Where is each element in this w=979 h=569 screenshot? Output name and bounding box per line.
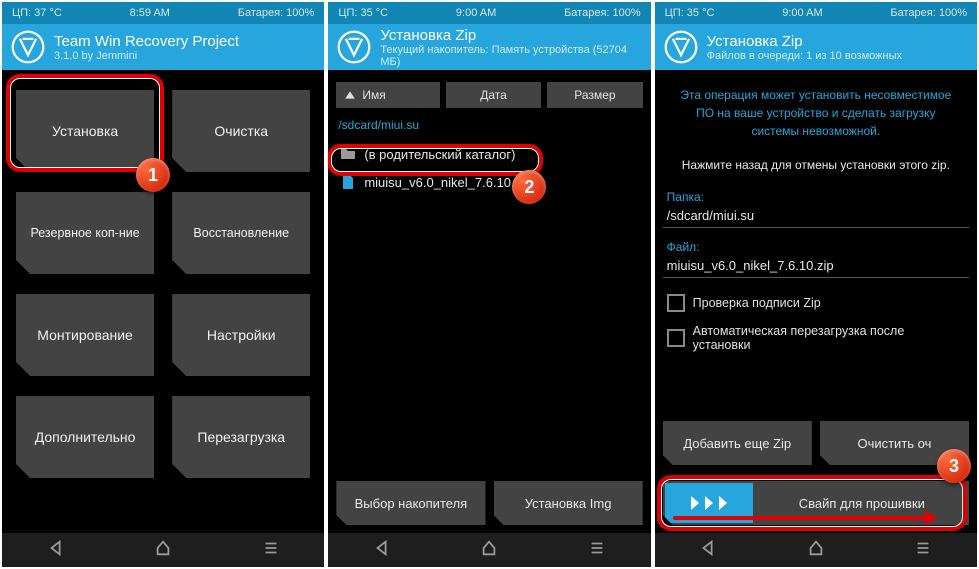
- menu-icon[interactable]: [262, 539, 280, 562]
- install-tile[interactable]: Установка: [16, 90, 154, 172]
- status-bar: ЦП: 35 °C 9:00 AM Батарея: 100%: [655, 2, 977, 24]
- restore-tile[interactable]: Восстановление: [172, 192, 310, 274]
- header: Team Win Recovery Project 3.1.0 by Jemmi…: [2, 24, 324, 70]
- sort-name-button[interactable]: Имя: [336, 82, 439, 108]
- battery: Батарея: 100%: [564, 7, 641, 19]
- battery: Батарея: 100%: [890, 7, 967, 19]
- menu-icon[interactable]: [588, 539, 606, 562]
- cpu-temp: ЦП: 37 °C: [12, 7, 62, 19]
- check-reboot-label: Автоматическая перезагрузка после устано…: [693, 324, 965, 352]
- step-badge-3: 3: [937, 449, 971, 483]
- swipe-label: Свайп для прошивки: [755, 496, 969, 511]
- phone-screen-2: ЦП: 35 °C 9:00 AM Батарея: 100% Установк…: [328, 2, 650, 567]
- twrp-logo-icon: [10, 29, 46, 65]
- file-value: miuisu_v6.0_nikel_7.6.10.zip: [663, 256, 969, 278]
- folder-value: /sdcard/miui.su: [663, 206, 969, 228]
- home-icon[interactable]: [154, 539, 172, 562]
- header-subtitle: Текущий накопитель: Память устройства (5…: [380, 44, 642, 68]
- sort-name-label: Имя: [362, 88, 385, 102]
- cpu-temp: ЦП: 35 °C: [338, 7, 388, 19]
- clock: 9:00 AM: [456, 7, 496, 19]
- zip-file-row[interactable]: miuisu_v6.0_nikel_7.6.10.zip: [336, 168, 642, 196]
- twrp-logo-icon: [663, 29, 699, 65]
- advanced-tile[interactable]: Дополнительно: [16, 396, 154, 478]
- navbar: [655, 533, 977, 567]
- back-icon[interactable]: [373, 539, 391, 562]
- check-reboot-row[interactable]: Автоматическая перезагрузка после устано…: [663, 318, 969, 358]
- header: Установка Zip Текущий накопитель: Память…: [328, 24, 650, 70]
- navbar: [328, 533, 650, 567]
- warning-text: Эта операция может установить несовмести…: [663, 82, 969, 152]
- folder-label: Папка:: [663, 188, 969, 206]
- header-subtitle: Файлов в очереди: 1 из 10 возможных: [707, 50, 902, 62]
- install-img-button[interactable]: Установка Img: [494, 481, 643, 525]
- select-storage-button[interactable]: Выбор накопителя: [336, 481, 485, 525]
- battery: Батарея: 100%: [238, 7, 315, 19]
- checkbox-icon: [667, 329, 685, 347]
- mount-tile[interactable]: Монтирование: [16, 294, 154, 376]
- reboot-tile[interactable]: Перезагрузка: [172, 396, 310, 478]
- check-signature-label: Проверка подписи Zip: [693, 296, 821, 310]
- zip-file-label: miuisu_v6.0_nikel_7.6.10.zip: [364, 175, 531, 190]
- menu-icon[interactable]: [914, 539, 932, 562]
- status-bar: ЦП: 37 °C 8:59 AM Батарея: 100%: [2, 2, 324, 24]
- checkbox-icon: [667, 294, 685, 312]
- sort-date-button[interactable]: Дата: [446, 82, 541, 108]
- home-icon[interactable]: [480, 539, 498, 562]
- header-title: Установка Zip: [707, 33, 902, 50]
- twrp-logo-icon: [336, 29, 372, 65]
- wipe-tile[interactable]: Очистка: [172, 90, 310, 172]
- file-label: Файл:: [663, 238, 969, 256]
- clock: 8:59 AM: [130, 7, 170, 19]
- check-signature-row[interactable]: Проверка подписи Zip: [663, 288, 969, 318]
- info-text: Нажмите назад для отмены установки этого…: [663, 152, 969, 188]
- add-zip-button[interactable]: Добавить еще Zip: [663, 421, 812, 465]
- file-icon: [340, 174, 356, 190]
- parent-dir-row[interactable]: (в родительский каталог): [336, 140, 642, 168]
- step-badge-2: 2: [512, 170, 546, 204]
- header-title: Team Win Recovery Project: [54, 33, 239, 50]
- back-icon[interactable]: [699, 539, 717, 562]
- cpu-temp: ЦП: 35 °C: [665, 7, 715, 19]
- settings-tile[interactable]: Настройки: [172, 294, 310, 376]
- header-subtitle: 3.1.0 by Jemmini: [54, 50, 239, 62]
- header-title: Установка Zip: [380, 27, 642, 44]
- home-icon[interactable]: [807, 539, 825, 562]
- step-badge-1: 1: [136, 158, 170, 192]
- clock: 9:00 AM: [782, 7, 822, 19]
- current-path: /sdcard/miui.su: [336, 114, 642, 140]
- back-icon[interactable]: [47, 539, 65, 562]
- sort-size-button[interactable]: Размер: [547, 82, 642, 108]
- parent-dir-label: (в родительский каталог): [364, 147, 515, 162]
- header: Установка Zip Файлов в очереди: 1 из 10 …: [655, 24, 977, 70]
- arrow-annotation: [673, 516, 927, 520]
- backup-tile[interactable]: Резервное коп-ние: [16, 192, 154, 274]
- navbar: [2, 533, 324, 567]
- phone-screen-3: ЦП: 35 °C 9:00 AM Батарея: 100% Установк…: [655, 2, 977, 567]
- status-bar: ЦП: 35 °C 9:00 AM Батарея: 100%: [328, 2, 650, 24]
- sort-asc-icon: [344, 89, 356, 101]
- phone-screen-1: ЦП: 37 °C 8:59 AM Батарея: 100% Team Win…: [2, 2, 324, 567]
- folder-icon: [340, 146, 356, 162]
